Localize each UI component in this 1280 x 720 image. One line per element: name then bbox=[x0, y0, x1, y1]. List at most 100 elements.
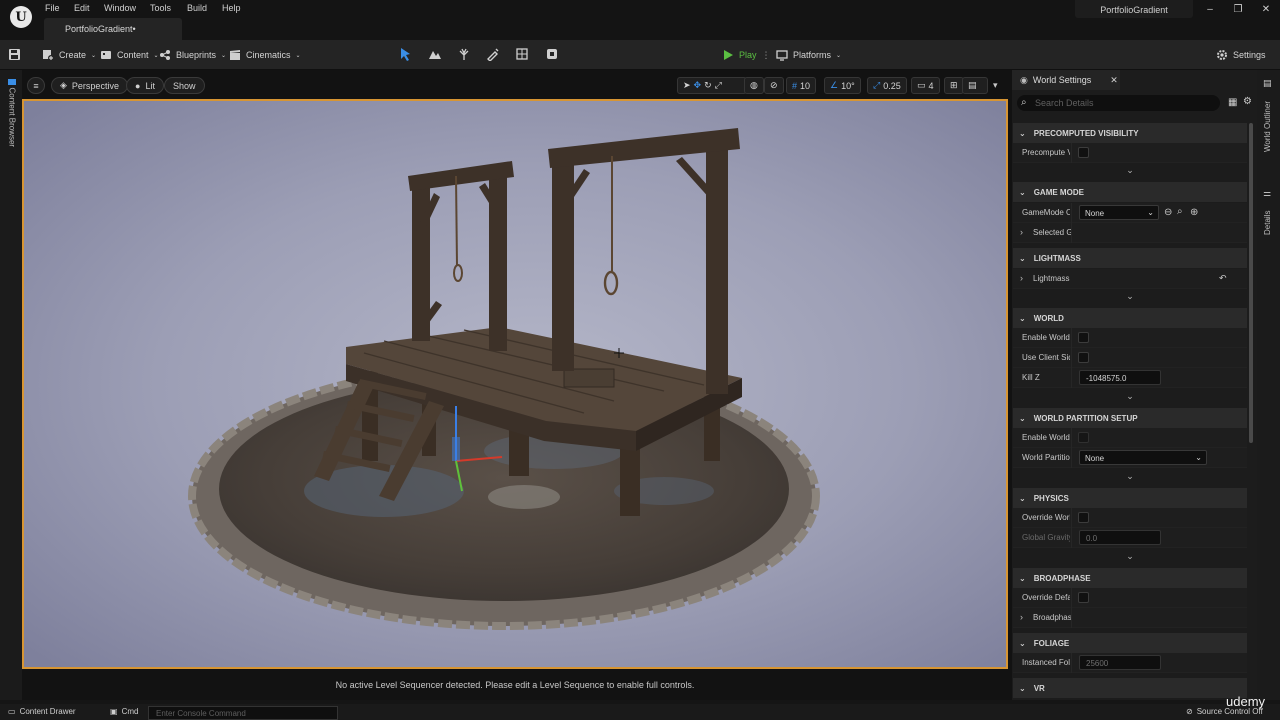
foliage-mode-icon[interactable] bbox=[457, 47, 471, 61]
play-label: Play bbox=[739, 50, 757, 60]
scale-icon[interactable]: ⤢ bbox=[715, 80, 722, 91]
play-button[interactable]: Play ⋮ bbox=[722, 47, 771, 63]
section-vr[interactable]: ⌄ VR bbox=[1013, 678, 1247, 698]
content-button[interactable]: Content ⌄ bbox=[100, 47, 159, 63]
advanced-expand-icon[interactable]: ⌄ bbox=[1013, 551, 1247, 569]
cinematics-button[interactable]: Cinematics ⌄ bbox=[229, 47, 301, 63]
surface-snap-toggle[interactable]: ⊘ bbox=[764, 77, 784, 94]
viewport-scene[interactable] bbox=[22, 99, 1008, 669]
details-tab-icon[interactable]: ⚌ bbox=[1263, 188, 1271, 199]
section-foliage[interactable]: ⌄ FOLIAGE bbox=[1013, 633, 1247, 653]
section-precomputed-visibility[interactable]: ⌄ PRECOMPUTED VISIBILITY bbox=[1013, 123, 1247, 143]
advanced-expand-icon[interactable]: ⌄ bbox=[1013, 391, 1247, 409]
camera-speed[interactable]: ▭ 4 bbox=[911, 77, 940, 94]
table-view-icon[interactable]: ▦ bbox=[1228, 97, 1237, 108]
outliner-tab-icon[interactable]: ▤ bbox=[1263, 78, 1272, 89]
save-icon[interactable] bbox=[8, 48, 21, 61]
world-outliner-tab[interactable]: World Outliner bbox=[1263, 101, 1272, 152]
section-world[interactable]: ⌄ WORLD bbox=[1013, 308, 1247, 328]
advanced-expand-icon[interactable]: ⌄ bbox=[1013, 291, 1247, 309]
prop-broadphase[interactable]: › Broadphase bbox=[1013, 608, 1247, 628]
details-scrollbar[interactable] bbox=[1249, 123, 1253, 443]
menu-edit[interactable]: Edit bbox=[74, 3, 90, 13]
prop-use-client-side: Use Client Side bbox=[1013, 348, 1247, 368]
menu-build[interactable]: Build bbox=[187, 3, 207, 13]
section-game-mode[interactable]: ⌄ GAME MODE bbox=[1013, 182, 1247, 202]
close-icon[interactable]: ✕ bbox=[1259, 4, 1273, 16]
global-gravity-input[interactable]: 0.0 bbox=[1079, 530, 1161, 545]
override-gravity-checkbox[interactable] bbox=[1078, 512, 1089, 523]
viewport-menu-button[interactable]: ≡ bbox=[27, 77, 45, 94]
perspective-button[interactable]: ◈ Perspective bbox=[51, 77, 128, 94]
cmd-button[interactable]: ▣ Cmd bbox=[110, 707, 138, 716]
settings-button[interactable]: Settings bbox=[1216, 47, 1266, 63]
prop-selected-gamemode[interactable]: › Selected Ga bbox=[1013, 223, 1247, 243]
expand-chevron-icon: › bbox=[1020, 273, 1023, 283]
section-lightmass[interactable]: ⌄ LIGHTMASS bbox=[1013, 248, 1247, 268]
reset-to-default-icon[interactable]: ↶ bbox=[1219, 273, 1227, 284]
minimize-icon[interactable]: – bbox=[1203, 4, 1217, 16]
close-tab-icon[interactable]: ✕ bbox=[1110, 75, 1118, 86]
platforms-button[interactable]: Platforms ⌄ bbox=[776, 47, 841, 63]
select-mode-icon[interactable] bbox=[399, 47, 413, 61]
layout-button[interactable]: ▤ bbox=[962, 77, 988, 94]
play-options-icon[interactable]: ⋮ bbox=[762, 50, 771, 61]
menu-help[interactable]: Help bbox=[222, 3, 241, 13]
show-button[interactable]: Show bbox=[164, 77, 205, 94]
prop-world-partition: World Partition None ⌄ bbox=[1013, 448, 1247, 468]
level-tab[interactable]: PortfolioGradient• bbox=[44, 18, 182, 40]
landscape-mode-icon[interactable] bbox=[428, 47, 442, 61]
rotate-icon[interactable]: ↻ bbox=[704, 80, 712, 91]
world-settings-tab[interactable]: ◉ World Settings ✕ bbox=[1012, 70, 1120, 90]
blueprints-button[interactable]: Blueprints ⌄ bbox=[159, 47, 226, 63]
advanced-expand-icon[interactable]: ⌄ bbox=[1013, 471, 1247, 489]
unreal-logo-icon[interactable]: U bbox=[10, 6, 32, 28]
restore-icon[interactable]: ❐ bbox=[1231, 4, 1245, 16]
content-browser-tab[interactable]: Content Browser bbox=[8, 88, 17, 162]
gamemode-dropdown[interactable]: None ⌄ bbox=[1079, 205, 1159, 220]
expand-chevron-icon: › bbox=[1020, 612, 1023, 622]
create-button[interactable]: Create ⌄ bbox=[42, 47, 96, 63]
move-icon[interactable]: ✥ bbox=[694, 80, 702, 91]
menu-tools[interactable]: Tools bbox=[150, 3, 171, 13]
details-settings-icon[interactable]: ⚙ bbox=[1243, 96, 1252, 107]
details-tab[interactable]: Details bbox=[1263, 211, 1272, 235]
kill-z-input[interactable]: -1048575.0 bbox=[1079, 370, 1161, 385]
section-world-partition[interactable]: ⌄ WORLD PARTITION SETUP bbox=[1013, 408, 1247, 428]
viewport-options-chevron-icon[interactable]: ▾ bbox=[993, 80, 998, 91]
use-client-side-checkbox[interactable] bbox=[1078, 352, 1089, 363]
instanced-foliage-input[interactable]: 25600 bbox=[1079, 655, 1161, 670]
world-local-toggle[interactable]: ◍ bbox=[744, 77, 764, 94]
lit-button[interactable]: ● Lit bbox=[126, 77, 164, 94]
modeling-mode-icon[interactable] bbox=[515, 47, 529, 61]
paint-mode-icon[interactable] bbox=[486, 47, 500, 62]
transform-tools[interactable]: ➤ ✥ ↻ ⤢ bbox=[677, 77, 747, 94]
rotation-snap[interactable]: ∠ 10° bbox=[824, 77, 861, 94]
override-broadphase-checkbox[interactable] bbox=[1078, 592, 1089, 603]
content-drawer-button[interactable]: ▭ Content Drawer bbox=[8, 707, 76, 716]
select-arrow-icon[interactable]: ➤ bbox=[683, 80, 691, 91]
search-asset-icon[interactable]: ⌕ bbox=[1177, 206, 1183, 217]
add-asset-icon[interactable]: ⊕ bbox=[1190, 207, 1198, 218]
prop-label: Enable World P bbox=[1022, 433, 1070, 442]
scale-snap[interactable]: ⤢ 0.25 bbox=[867, 77, 907, 94]
enable-world-checkbox[interactable] bbox=[1078, 332, 1089, 343]
world-partition-dropdown[interactable]: None ⌄ bbox=[1079, 450, 1207, 465]
maximize-viewport-button[interactable]: ⊞ bbox=[944, 77, 964, 94]
precompute-checkbox[interactable] bbox=[1078, 147, 1089, 158]
section-broadphase[interactable]: ⌄ BROADPHASE bbox=[1013, 568, 1247, 588]
section-physics[interactable]: ⌄ PHYSICS bbox=[1013, 488, 1247, 508]
advanced-expand-icon[interactable]: ⌄ bbox=[1013, 165, 1247, 183]
platforms-label: Platforms bbox=[793, 50, 832, 60]
menu-window[interactable]: Window bbox=[104, 3, 136, 13]
menu-file[interactable]: File bbox=[45, 3, 60, 13]
enable-world-partition-checkbox[interactable] bbox=[1078, 432, 1089, 443]
search-details-input[interactable]: Search Details bbox=[1017, 95, 1220, 111]
browse-back-icon[interactable]: ⊖ bbox=[1164, 207, 1172, 218]
content-browser-tab-icon[interactable] bbox=[8, 78, 16, 86]
prop-kill-z: Kill Z -1048575.0 bbox=[1013, 368, 1247, 388]
fracture-mode-icon[interactable] bbox=[545, 47, 559, 61]
grid-snap[interactable]: # 10 bbox=[786, 77, 817, 94]
console-command-input[interactable]: Enter Console Command bbox=[148, 706, 338, 720]
prop-lightmass[interactable]: › Lightmass ↶ bbox=[1013, 269, 1247, 289]
